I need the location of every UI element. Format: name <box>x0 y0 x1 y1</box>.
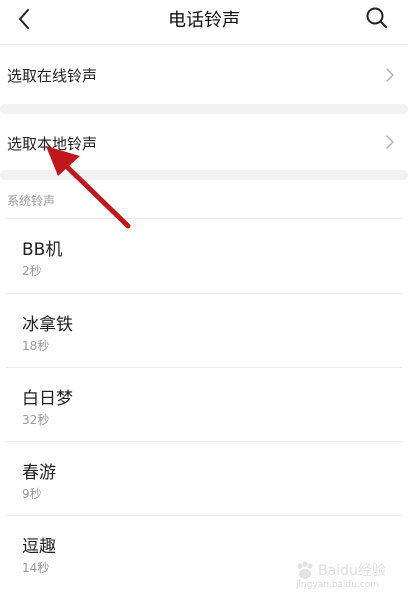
ringtone-item[interactable]: 春游 9秒 <box>6 441 402 515</box>
ringtone-duration: 18秒 <box>22 339 50 353</box>
ringtone-item[interactable]: BB机 2秒 <box>6 218 402 292</box>
ringtone-duration: 32秒 <box>22 413 50 427</box>
option-local-ringtone[interactable]: 选取本地铃声 <box>0 114 408 170</box>
top-bar: 电话铃声 <box>0 0 408 44</box>
ringtone-item[interactable]: 白日梦 32秒 <box>6 367 402 441</box>
option-online-ringtone[interactable]: 选取在线铃声 <box>0 45 408 105</box>
chevron-right-icon <box>386 135 394 149</box>
ringtone-duration: 2秒 <box>22 264 42 278</box>
chevron-right-icon <box>386 68 394 82</box>
ringtone-name: 冰拿铁 <box>22 315 73 335</box>
ringtone-name: 白日梦 <box>22 389 73 409</box>
watermark: Baidu经验 jingyan.baidu.com <box>294 556 394 592</box>
ringtone-duration: 14秒 <box>22 561 50 575</box>
ringtone-name: 春游 <box>22 463 56 483</box>
ringtone-item[interactable]: 冰拿铁 18秒 <box>6 293 402 367</box>
search-icon <box>366 7 387 28</box>
option-label: 选取本地铃声 <box>7 135 98 153</box>
section-gap <box>0 104 408 114</box>
ringtone-name: BB机 <box>22 240 63 260</box>
ringtone-name: 逗趣 <box>22 537 56 557</box>
section-gap <box>0 170 408 180</box>
page-title: 电话铃声 <box>168 10 240 31</box>
watermark-url: jingyan.baidu.com <box>296 580 380 590</box>
watermark-text: Baidu经验 <box>318 563 386 579</box>
option-label: 选取在线铃声 <box>7 67 98 85</box>
search-button[interactable] <box>364 5 390 31</box>
ringtone-duration: 9秒 <box>22 487 42 501</box>
section-label: 系统铃声 <box>7 194 56 208</box>
paw-icon <box>297 561 313 579</box>
